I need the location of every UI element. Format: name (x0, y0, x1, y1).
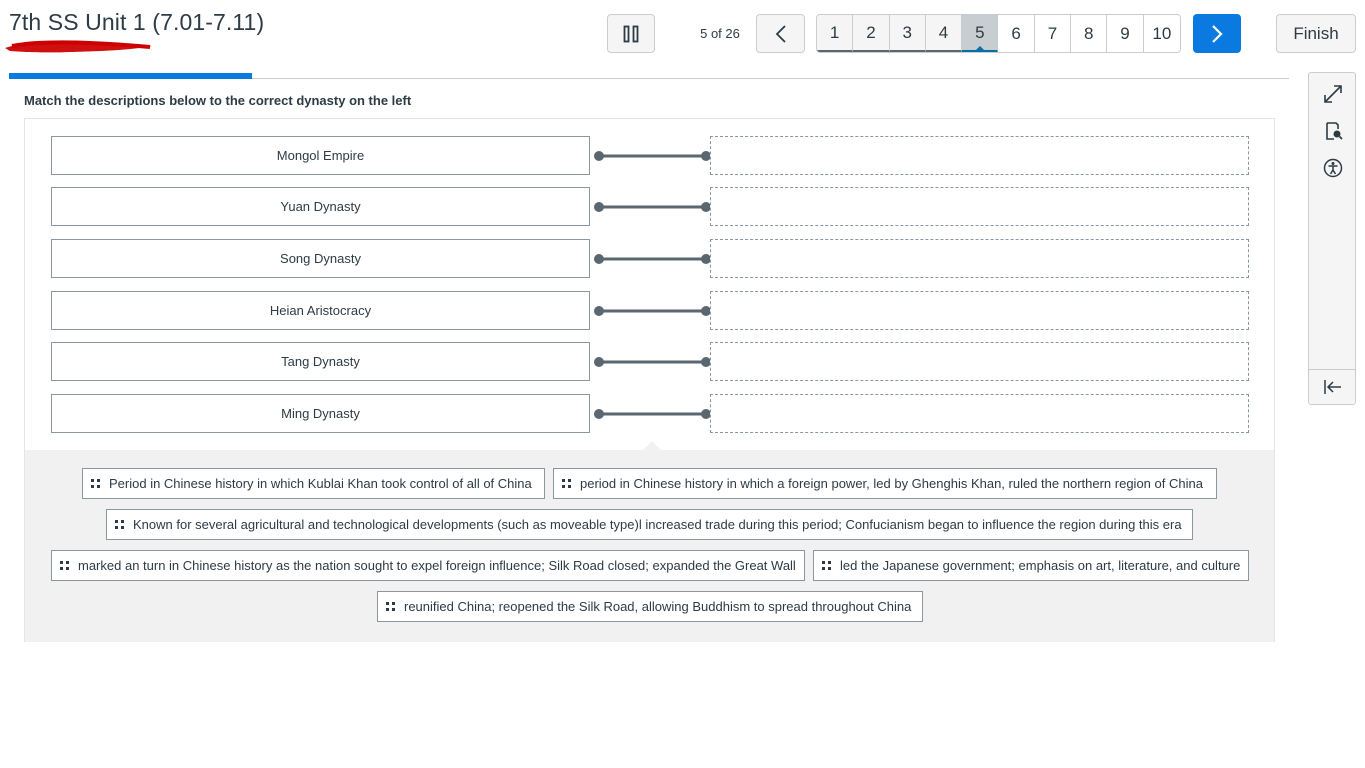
answer-text: marked an turn in Chinese history as the… (78, 558, 796, 573)
match-row: Song Dynasty (51, 239, 1249, 278)
connector-line (594, 202, 711, 212)
finish-button[interactable]: Finish (1276, 14, 1356, 53)
connector-line (594, 306, 711, 316)
page-8-button[interactable]: 8 (1071, 15, 1108, 52)
term-box: Ming Dynasty (51, 394, 590, 433)
drag-handle-icon (115, 520, 124, 529)
question-pager: 1 2 3 4 5 6 7 8 9 10 (816, 14, 1181, 53)
drag-handle-icon (386, 602, 395, 611)
term-box: Yuan Dynasty (51, 187, 590, 226)
document-search-icon[interactable] (1321, 119, 1345, 143)
page-number: 9 (1120, 23, 1130, 43)
connector-line (594, 409, 711, 419)
page-number: 5 (975, 22, 985, 42)
page-number: 8 (1083, 23, 1094, 43)
answer-drop-zone[interactable] (710, 239, 1249, 278)
answer-text: period in Chinese history in which a for… (580, 476, 1203, 491)
page-number: 7 (1047, 23, 1058, 43)
answer-chip[interactable]: marked an turn in Chinese history as the… (51, 550, 805, 581)
accessibility-icon[interactable] (1321, 156, 1345, 180)
answer-chip[interactable]: Period in Chinese history in which Kubla… (82, 468, 545, 499)
previous-question-button[interactable] (756, 14, 805, 53)
question-prompt: Match the descriptions below to the corr… (24, 93, 412, 108)
matching-area: Mongol Empire Yuan Dynasty Song Dynasty … (24, 118, 1275, 642)
drag-handle-icon (91, 479, 100, 488)
connector-line (594, 254, 711, 264)
page-9-button[interactable]: 9 (1107, 15, 1144, 52)
drag-handle-icon (822, 561, 831, 570)
answer-chip[interactable]: led the Japanese government; emphasis on… (813, 550, 1249, 581)
answer-drop-zone[interactable] (710, 291, 1249, 330)
page-10-button[interactable]: 10 (1143, 15, 1180, 52)
pause-icon (623, 25, 639, 42)
next-question-button[interactable] (1193, 14, 1241, 53)
chevron-right-icon (1212, 24, 1223, 43)
term-box: Tang Dynasty (51, 342, 590, 381)
page-6-button[interactable]: 6 (998, 15, 1035, 52)
answer-bank: Period in Chinese history in which Kubla… (25, 450, 1274, 642)
term-box: Heian Aristocracy (51, 291, 590, 330)
answer-text: Period in Chinese history in which Kubla… (109, 476, 532, 491)
expand-icon[interactable] (1321, 82, 1345, 106)
answer-drop-zone[interactable] (710, 187, 1249, 226)
drag-handle-icon (60, 561, 69, 570)
match-row: Yuan Dynasty (51, 187, 1249, 226)
quiz-title: 7th SS Unit 1 (7.01-7.11) (9, 9, 265, 35)
progress-bar (9, 73, 252, 79)
connector-line (594, 151, 711, 161)
answer-drop-zone[interactable] (710, 342, 1249, 381)
redacted-name-mark (5, 40, 152, 53)
answer-text: reunified China; reopened the Silk Road,… (404, 599, 912, 614)
term-box: Song Dynasty (51, 239, 590, 278)
page-5-button[interactable]: 5 (962, 15, 999, 52)
page-4-button[interactable]: 4 (925, 15, 963, 52)
page-number: 1 (829, 22, 840, 42)
drag-handle-icon (562, 479, 571, 488)
tools-panel (1308, 72, 1356, 405)
page-3-button[interactable]: 3 (889, 15, 926, 52)
answer-text: Known for several agricultural and techn… (133, 517, 1182, 532)
current-page-caret (974, 46, 985, 51)
answer-drop-zone[interactable] (710, 136, 1249, 175)
collapse-panel-icon[interactable] (1321, 375, 1345, 399)
page-1-button[interactable]: 1 (817, 15, 854, 52)
page-number: 4 (938, 22, 949, 42)
pause-timer-button[interactable] (607, 14, 655, 53)
panel-divider (1309, 369, 1355, 370)
connector-line (594, 357, 711, 367)
answer-text: led the Japanese government; emphasis on… (840, 558, 1241, 573)
answer-drop-zone[interactable] (710, 394, 1249, 433)
answer-chip[interactable]: reunified China; reopened the Silk Road,… (377, 591, 923, 622)
page-7-button[interactable]: 7 (1034, 15, 1072, 52)
page-number: 2 (866, 22, 876, 42)
page-number: 3 (902, 22, 912, 42)
match-row: Ming Dynasty (51, 394, 1249, 433)
question-counter: 5 of 26 (700, 26, 740, 41)
page-number: 6 (1011, 23, 1021, 43)
match-row: Tang Dynasty (51, 342, 1249, 381)
answer-chip[interactable]: period in Chinese history in which a for… (553, 468, 1217, 499)
match-row: Heian Aristocracy (51, 291, 1249, 330)
answer-chip[interactable]: Known for several agricultural and techn… (106, 509, 1193, 540)
match-row: Mongol Empire (51, 136, 1249, 175)
term-box: Mongol Empire (51, 136, 590, 175)
page-2-button[interactable]: 2 (853, 15, 890, 52)
chevron-left-icon (775, 24, 786, 43)
page-number: 10 (1152, 23, 1172, 43)
